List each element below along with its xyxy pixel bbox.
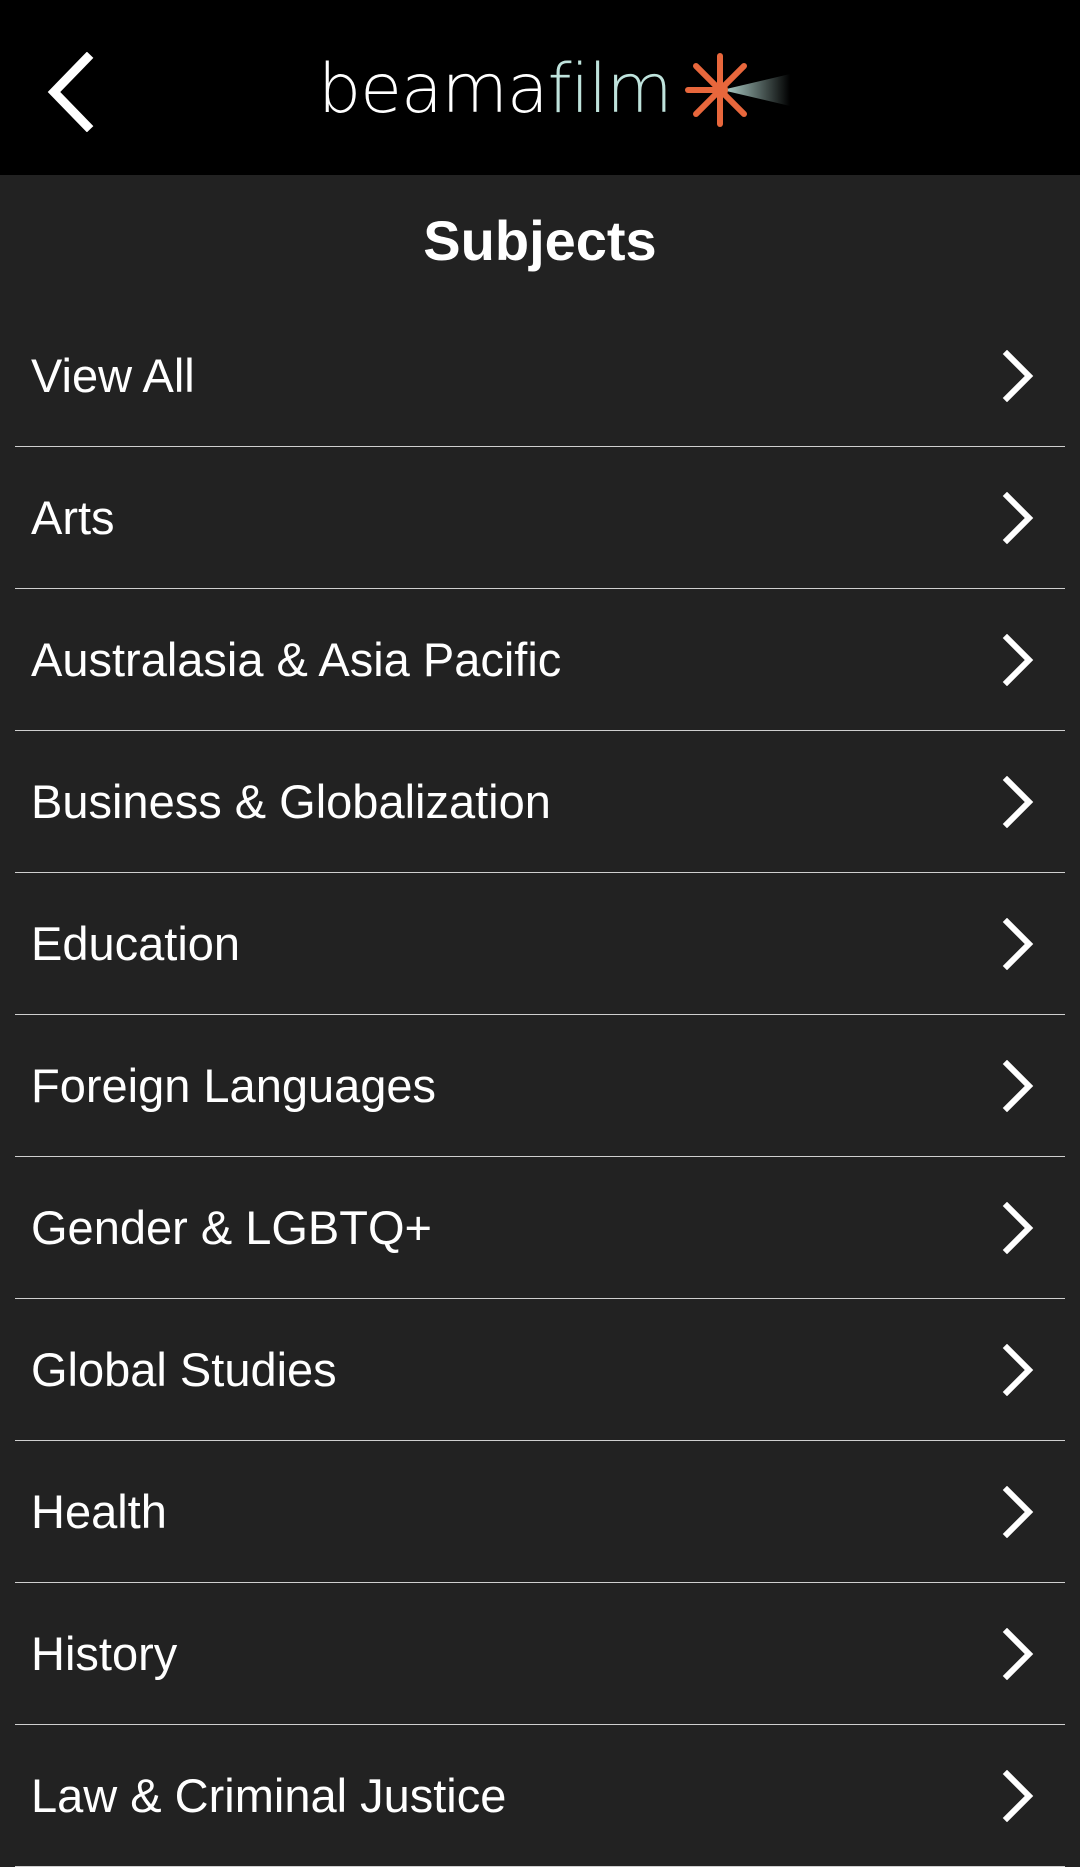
logo-text: beamafilm (318, 56, 673, 124)
subject-row-gender-lgbtq[interactable]: Gender & LGBTQ+ (15, 1157, 1065, 1299)
subject-row-education[interactable]: Education (15, 873, 1065, 1015)
subject-label: Arts (31, 491, 115, 544)
chevron-right-icon (1001, 1769, 1035, 1822)
subject-row-foreign-languages[interactable]: Foreign Languages (15, 1015, 1065, 1157)
chevron-right-icon (1001, 917, 1035, 970)
logo-text-beam: beama (318, 50, 549, 129)
chevron-right-icon (1001, 349, 1035, 402)
starburst-icon (684, 53, 790, 127)
subject-row-history[interactable]: History (15, 1583, 1065, 1725)
subject-label: View All (31, 349, 195, 402)
subject-label: Health (31, 1485, 167, 1538)
chevron-right-icon (1001, 1485, 1035, 1538)
subject-label: Gender & LGBTQ+ (31, 1201, 432, 1254)
chevron-right-icon (1001, 1059, 1035, 1112)
subject-label: Global Studies (31, 1343, 337, 1396)
subject-label: Law & Criminal Justice (31, 1769, 507, 1822)
subject-label: History (31, 1627, 178, 1680)
chevron-right-icon (1001, 491, 1035, 544)
subject-row-health[interactable]: Health (15, 1441, 1065, 1583)
subject-label: Business & Globalization (31, 775, 551, 828)
chevron-right-icon (1001, 1343, 1035, 1396)
logo-text-film: film (547, 50, 673, 129)
chevron-right-icon (1001, 1201, 1035, 1254)
subject-label: Education (31, 917, 241, 970)
subject-row-global-studies[interactable]: Global Studies (15, 1299, 1065, 1441)
back-button[interactable] (22, 42, 122, 142)
subject-list: View All Arts Australasia & Asia Pacific… (0, 305, 1080, 1867)
subject-row-australasia-asia-pacific[interactable]: Australasia & Asia Pacific (15, 589, 1065, 731)
beamafilm-logo: beamafilm (318, 40, 792, 140)
chevron-right-icon (1001, 775, 1035, 828)
subject-row-arts[interactable]: Arts (15, 447, 1065, 589)
subject-row-law-criminal-justice[interactable]: Law & Criminal Justice (15, 1725, 1065, 1867)
subject-label: Australasia & Asia Pacific (31, 633, 562, 686)
chevron-right-icon (1001, 1627, 1035, 1680)
page-title: Subjects (423, 208, 657, 272)
chevron-left-icon (47, 52, 94, 132)
subject-row-business-globalization[interactable]: Business & Globalization (15, 731, 1065, 873)
chevron-right-icon (1001, 633, 1035, 686)
subject-label: Foreign Languages (31, 1059, 437, 1112)
top-bar: beamafilm (0, 0, 1080, 175)
subjects-page: Subjects View All Arts Australasia & Asi… (0, 175, 1080, 1867)
subject-row-view-all[interactable]: View All (15, 305, 1065, 447)
